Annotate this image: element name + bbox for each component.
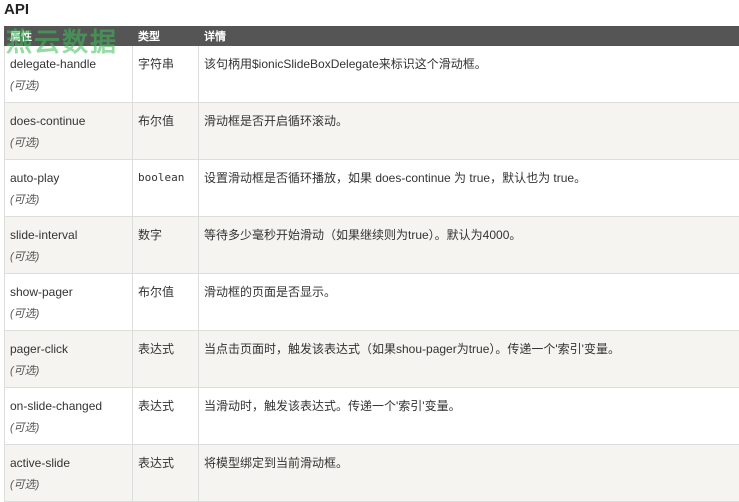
type-cell: 布尔值 [133,274,199,331]
optional-label: (可选) [10,250,127,264]
type-value: 字符串 [138,57,193,71]
attr-cell: on-slide-changed (可选) [5,388,133,445]
table-row: slide-interval (可选) 数字 等待多少毫秒开始滑动（如果继续则为t… [5,217,739,274]
header-type: 类型 [133,27,199,46]
table-row: show-pager (可选) 布尔值 滑动框的页面是否显示。 [5,274,739,331]
table-row: auto-play (可选) boolean 设置滑动框是否循环播放，如果 doe… [5,160,739,217]
attr-name: pager-click [10,342,127,356]
type-value: 表达式 [138,456,193,470]
header-row: 属性 类型 详情 [5,27,739,46]
detail-text: 滑动框是否开启循环滚动。 [204,114,734,128]
detail-cell: 等待多少毫秒开始滑动（如果继续则为true）。默认为4000。 [199,217,739,274]
page-heading: API [4,0,29,20]
table-row: pager-click (可选) 表达式 当点击页面时，触发该表达式（如果shou… [5,331,739,388]
table-body: delegate-handle (可选) 字符串 该句柄用$ionicSlideB… [5,46,739,502]
table-row: active-slide (可选) 表达式 将模型绑定到当前滑动框。 [5,445,739,502]
type-cell: 布尔值 [133,103,199,160]
detail-text: 当滑动时，触发该表达式。传递一个'索引'变量。 [204,399,734,413]
detail-text: 滑动框的页面是否显示。 [204,285,734,299]
detail-text: 等待多少毫秒开始滑动（如果继续则为true）。默认为4000。 [204,228,734,242]
detail-text: 设置滑动框是否循环播放，如果 does-continue 为 true，默认也为… [204,171,734,185]
attr-name: does-continue [10,114,127,128]
type-cell: 表达式 [133,331,199,388]
table-row: on-slide-changed (可选) 表达式 当滑动时，触发该表达式。传递一… [5,388,739,445]
detail-cell: 将模型绑定到当前滑动框。 [199,445,739,502]
attr-cell: slide-interval (可选) [5,217,133,274]
attr-cell: show-pager (可选) [5,274,133,331]
table-header: 属性 类型 详情 [5,27,739,46]
type-cell: 表达式 [133,445,199,502]
attr-name: show-pager [10,285,127,299]
attr-cell: pager-click (可选) [5,331,133,388]
optional-label: (可选) [10,478,127,492]
type-cell: 数字 [133,217,199,274]
optional-label: (可选) [10,136,127,150]
type-value: 表达式 [138,342,193,356]
attr-name: active-slide [10,456,127,470]
detail-cell: 当滑动时，触发该表达式。传递一个'索引'变量。 [199,388,739,445]
attr-name: auto-play [10,171,127,185]
api-table: 属性 类型 详情 delegate-handle (可选) 字符串 该句柄用$io… [4,26,739,502]
type-cell: 字符串 [133,46,199,103]
optional-label: (可选) [10,193,127,207]
detail-text: 将模型绑定到当前滑动框。 [204,456,734,470]
type-cell: boolean [133,160,199,217]
type-value: 布尔值 [138,114,193,128]
type-cell: 表达式 [133,388,199,445]
detail-text: 当点击页面时，触发该表达式（如果shou-pager为true）。传递一个'索引… [204,342,734,356]
table-row: delegate-handle (可选) 字符串 该句柄用$ionicSlideB… [5,46,739,103]
attr-name: slide-interval [10,228,127,242]
type-value: 布尔值 [138,285,193,299]
detail-cell: 设置滑动框是否循环播放，如果 does-continue 为 true，默认也为… [199,160,739,217]
optional-label: (可选) [10,364,127,378]
attr-name: on-slide-changed [10,399,127,413]
detail-cell: 滑动框的页面是否显示。 [199,274,739,331]
attr-cell: auto-play (可选) [5,160,133,217]
optional-label: (可选) [10,421,127,435]
optional-label: (可选) [10,79,127,93]
attr-name: delegate-handle [10,57,127,71]
type-value: 表达式 [138,399,193,413]
detail-cell: 该句柄用$ionicSlideBoxDelegate来标识这个滑动框。 [199,46,739,103]
detail-cell: 滑动框是否开启循环滚动。 [199,103,739,160]
type-value: boolean [138,171,193,185]
attr-cell: delegate-handle (可选) [5,46,133,103]
detail-text: 该句柄用$ionicSlideBoxDelegate来标识这个滑动框。 [204,57,734,71]
header-detail: 详情 [199,27,739,46]
header-attribute: 属性 [5,27,133,46]
attr-cell: does-continue (可选) [5,103,133,160]
detail-cell: 当点击页面时，触发该表达式（如果shou-pager为true）。传递一个'索引… [199,331,739,388]
optional-label: (可选) [10,307,127,321]
type-value: 数字 [138,228,193,242]
attr-cell: active-slide (可选) [5,445,133,502]
table-row: does-continue (可选) 布尔值 滑动框是否开启循环滚动。 [5,103,739,160]
